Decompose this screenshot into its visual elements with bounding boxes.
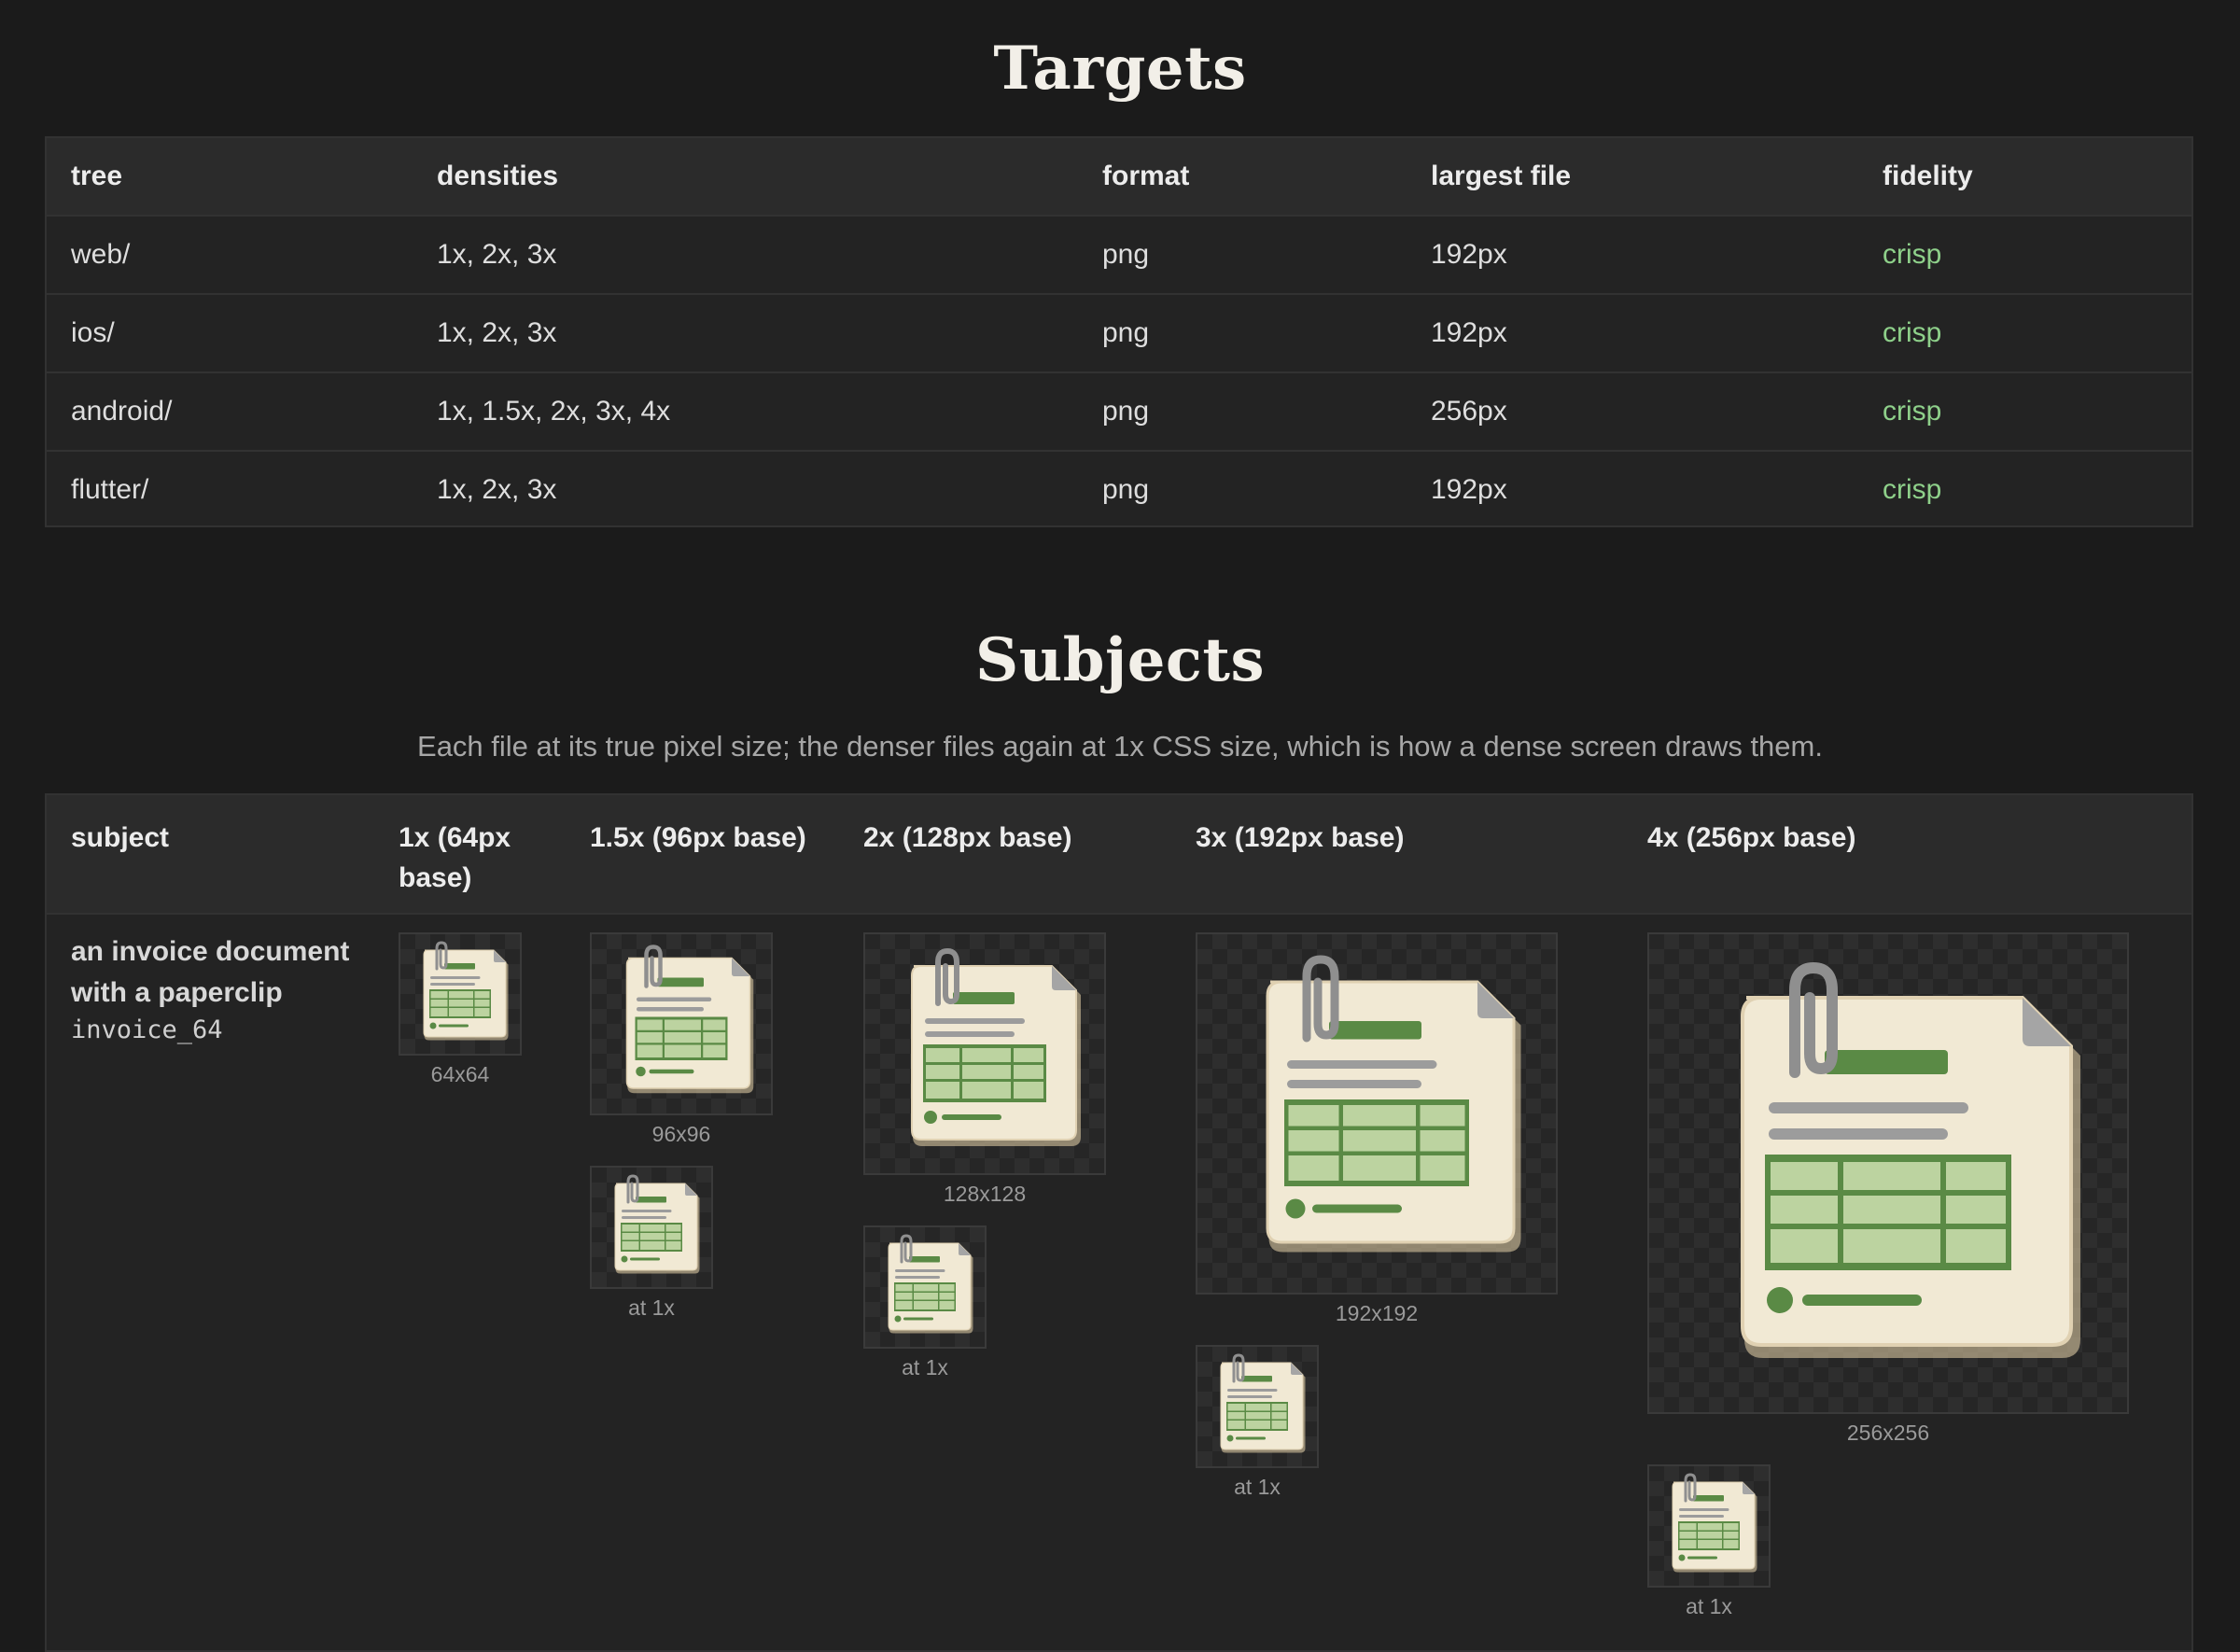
invoice-paperclip-icon (592, 1168, 711, 1287)
cell-largest-file: 192px (1431, 474, 1507, 505)
cell-largest-file: 256px (1407, 372, 1858, 452)
invoice-paperclip-icon (400, 934, 520, 1054)
cell-fidelity: crisp (1858, 216, 2191, 295)
cell-format: png (1078, 216, 1407, 295)
table-row: android/ 1x, 1.5x, 2x, 3x, 4x png 256px … (47, 372, 2191, 452)
cell-fidelity: crisp (1858, 372, 2191, 452)
cell-tree: android/ (47, 372, 413, 452)
table-row: web/ 1x, 2x, 3x png 192px crisp (47, 216, 2191, 295)
invoice-paperclip-icon (865, 1227, 985, 1347)
cell-tree: flutter/ (71, 474, 149, 505)
col-4x: 4x (256px base) (1647, 822, 1856, 853)
col-1x: 1x (64px base) (399, 822, 511, 893)
size-caption: 256x256 (1846, 1421, 1930, 1445)
cell-format: png (1102, 474, 1150, 505)
at-1x-caption: at 1x (902, 1355, 948, 1379)
cell-fidelity: crisp (1858, 294, 2191, 373)
size-caption: 192x192 (1335, 1301, 1419, 1325)
subject-id: invoice_64 (71, 1015, 223, 1044)
invoice-icon-256-at-1x (1647, 1464, 1771, 1588)
col-1-5x: 1.5x (96px base) (590, 822, 806, 853)
cell-largest-file: 192px (1407, 294, 1858, 373)
cell-largest-file: 192px (1407, 216, 1858, 295)
subjects-table-card: subject 1x (64px base) 1.5x (96px base) … (45, 793, 2193, 1652)
targets-header-row: tree densities format largest file fidel… (47, 138, 2191, 217)
invoice-paperclip-icon (865, 934, 1104, 1173)
cell-format: png (1078, 372, 1407, 452)
cell-densities: 1x, 2x, 3x (437, 474, 557, 505)
invoice-paperclip-icon (592, 934, 771, 1113)
cell-tree: ios/ (47, 294, 413, 373)
invoice-icon-128 (863, 932, 1106, 1175)
targets-table: tree densities format largest file fidel… (47, 138, 2191, 528)
subjects-header-row: subject 1x (64px base) 1.5x (96px base) … (47, 795, 2191, 915)
col-3x: 3x (192px base) (1196, 822, 1405, 853)
table-row: ios/ 1x, 2x, 3x png 192px crisp (47, 294, 2191, 373)
invoice-icon-96 (590, 932, 773, 1115)
at-1x-caption: at 1x (1234, 1475, 1281, 1499)
targets-title: Targets (993, 34, 1247, 104)
cell-fidelity: crisp (1883, 474, 1942, 505)
cell-format: png (1078, 294, 1407, 373)
size-caption: 96x96 (651, 1122, 711, 1146)
invoice-paperclip-icon (1649, 934, 2127, 1412)
at-1x-caption: at 1x (1686, 1594, 1732, 1618)
col-largest-file: largest file (1407, 138, 1858, 217)
col-format: format (1078, 138, 1407, 217)
invoice-icon-192 (1196, 932, 1558, 1295)
cell-densities: 1x, 1.5x, 2x, 3x, 4x (413, 372, 1078, 452)
invoice-icon-128-at-1x (863, 1225, 987, 1349)
invoice-paperclip-icon (1197, 934, 1556, 1293)
size-caption: 64x64 (430, 1062, 490, 1086)
col-fidelity: fidelity (1858, 138, 2191, 217)
subject-name: an invoice document with a paperclip (71, 936, 350, 1008)
size-caption: 128x128 (943, 1182, 1027, 1206)
table-row: flutter/ 1x, 2x, 3x png 192px crisp (47, 451, 2191, 528)
targets-table-card: tree densities format largest file fidel… (45, 136, 2193, 527)
invoice-icon-96-at-1x (590, 1166, 713, 1289)
subjects-title: Subjects (975, 625, 1265, 695)
at-1x-caption: at 1x (628, 1295, 675, 1320)
invoice-icon-192-at-1x (1196, 1345, 1319, 1468)
cell-densities: 1x, 2x, 3x (413, 294, 1078, 373)
invoice-icon-64 (399, 932, 522, 1056)
cell-densities: 1x, 2x, 3x (413, 216, 1078, 295)
cell-tree: web/ (47, 216, 413, 295)
col-2x: 2x (128px base) (863, 822, 1072, 853)
col-tree: tree (47, 138, 413, 217)
subjects-subtitle: Each file at its true pixel size; the de… (417, 730, 1823, 763)
col-densities: densities (413, 138, 1078, 217)
invoice-icon-256 (1647, 932, 2129, 1414)
invoice-paperclip-icon (1197, 1347, 1317, 1466)
invoice-paperclip-icon (1649, 1466, 1769, 1586)
col-subject: subject (71, 822, 170, 853)
